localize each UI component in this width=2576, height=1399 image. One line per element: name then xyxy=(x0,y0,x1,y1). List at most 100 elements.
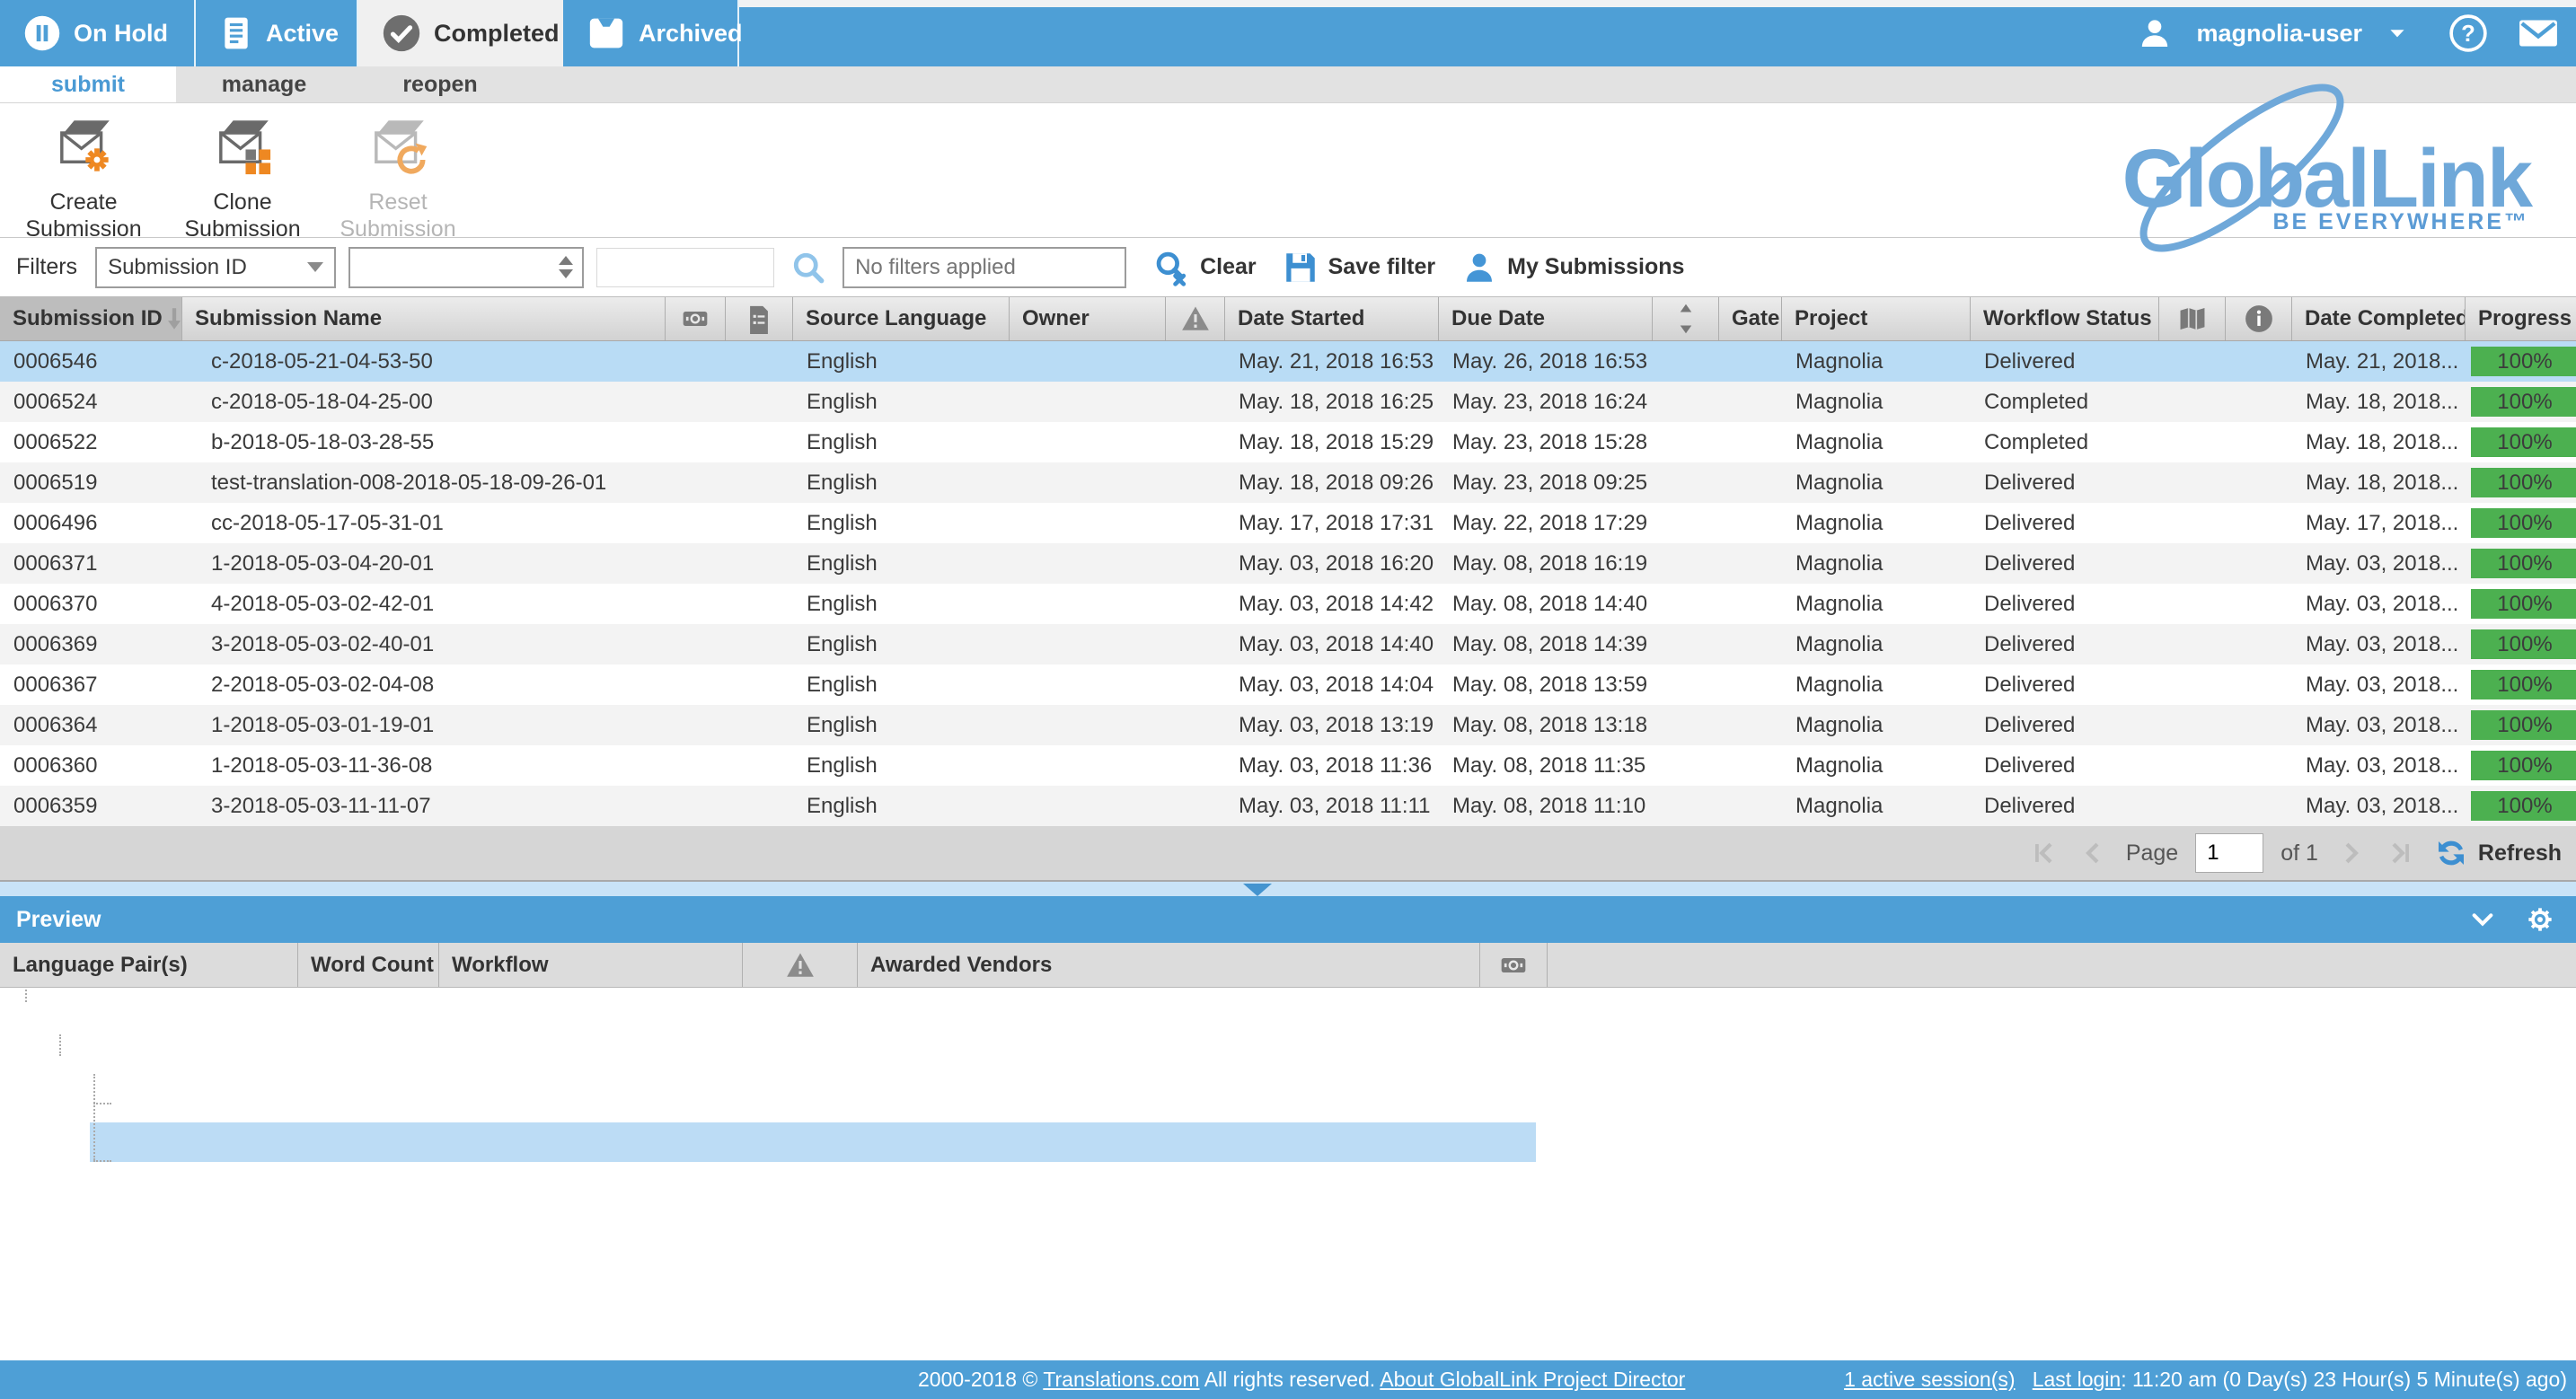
tab-on-hold[interactable]: On Hold xyxy=(0,0,196,66)
refresh-button[interactable]: Refresh xyxy=(2433,835,2562,871)
table-row[interactable]: 00063601-2018-05-03-11-36-08EnglishMay. … xyxy=(0,745,2576,786)
table-row[interactable]: 0006522b-2018-05-18-03-28-55EnglishMay. … xyxy=(0,422,2576,462)
subtab-reopen[interactable]: reopen xyxy=(352,66,528,102)
filter-field-select[interactable]: Submission ID xyxy=(95,247,336,288)
table-row[interactable]: 00063693-2018-05-03-02-40-01EnglishMay. … xyxy=(0,624,2576,664)
applied-filters-input[interactable] xyxy=(842,247,1126,288)
cell-icon xyxy=(726,624,793,664)
clone-submission-button[interactable]: CloneSubmission xyxy=(175,112,310,242)
cell-due_date: May. 26, 2018 16:53 xyxy=(1439,341,1653,382)
filter-value-spinner[interactable] xyxy=(348,247,584,288)
tab-completed[interactable]: Completed xyxy=(358,0,563,66)
reset-submission-label-2: Submission xyxy=(331,216,465,242)
table-row[interactable]: 00063593-2018-05-03-11-11-07EnglishMay. … xyxy=(0,786,2576,826)
about-link[interactable]: About GlobalLink Project Director xyxy=(1380,1368,1685,1391)
preview-column-awarded-vendors[interactable]: Awarded Vendors xyxy=(858,943,1480,987)
column-header-source_language[interactable]: Source Language xyxy=(793,297,1010,340)
active-sessions-link[interactable]: 1 active session(s) xyxy=(1844,1368,2015,1391)
page-prev-icon[interactable] xyxy=(2078,838,2108,868)
cell-source_language: English xyxy=(793,584,1010,624)
page-number-input[interactable] xyxy=(2196,834,2263,872)
progress-value: 100% xyxy=(2471,753,2576,779)
column-header-icon[interactable] xyxy=(2226,297,2292,340)
filter-value-input[interactable] xyxy=(596,248,774,287)
column-header-icon[interactable] xyxy=(1166,297,1225,340)
create-submission-button[interactable]: CreateSubmission xyxy=(16,112,151,242)
column-header-date_completed[interactable]: Date Completed xyxy=(2292,297,2466,340)
save-filter-button[interactable]: Save filter xyxy=(1282,249,1436,286)
cell-icon xyxy=(2226,584,2292,624)
table-row[interactable]: 0006524c-2018-05-18-04-25-00EnglishMay. … xyxy=(0,382,2576,422)
cell-workflow_status: Delivered xyxy=(1971,543,2159,584)
subtab-submit[interactable]: submit xyxy=(0,66,176,102)
preview-tree-row[interactable] xyxy=(0,1122,2576,1162)
column-header-date_started[interactable]: Date Started xyxy=(1225,297,1439,340)
preview-tree-row[interactable] xyxy=(0,1083,2576,1122)
preview-tree-row[interactable] xyxy=(0,1004,2576,1043)
column-header-icon[interactable] xyxy=(726,297,793,340)
column-header-name[interactable]: Submission Name xyxy=(182,297,666,340)
column-header-icon[interactable] xyxy=(1653,297,1719,340)
page-last-icon[interactable] xyxy=(2385,838,2415,868)
search-icon[interactable] xyxy=(789,248,828,287)
column-header-progress[interactable]: Progress Bar xyxy=(2466,297,2576,340)
cell-progress: 100% xyxy=(2466,503,2576,543)
progress-bar: 100% xyxy=(2471,670,2576,700)
last-login-link[interactable]: Last login xyxy=(2033,1368,2121,1391)
column-header-icon[interactable] xyxy=(666,297,726,340)
collapse-chevron-icon[interactable] xyxy=(2468,905,2497,934)
cell-due_date: May. 23, 2018 09:25 xyxy=(1439,462,1653,503)
splitter-collapse-icon[interactable] xyxy=(1243,884,1272,896)
cell-icon xyxy=(1653,503,1719,543)
tree-row-highlight xyxy=(90,1122,1536,1162)
column-header-workflow_status[interactable]: Workflow Status xyxy=(1971,297,2159,340)
page-first-icon[interactable] xyxy=(2029,838,2060,868)
chevron-down-icon[interactable] xyxy=(2386,22,2409,45)
preview-column-icon[interactable] xyxy=(743,943,858,987)
page-next-icon[interactable] xyxy=(2336,838,2367,868)
table-row[interactable]: 00063704-2018-05-03-02-42-01EnglishMay. … xyxy=(0,584,2576,624)
table-row[interactable]: 0006546c-2018-05-21-04-53-50EnglishMay. … xyxy=(0,341,2576,382)
column-header-icon[interactable] xyxy=(2159,297,2226,340)
column-header-gate[interactable]: Gate xyxy=(1719,297,1782,340)
table-row[interactable]: 00063641-2018-05-03-01-19-01EnglishMay. … xyxy=(0,705,2576,745)
filters-label: Filters xyxy=(16,254,77,280)
cell-icon xyxy=(1166,584,1225,624)
footer-bar: 2000-2018 © Translations.com All rights … xyxy=(0,1360,2576,1399)
my-submissions-button[interactable]: My Submissions xyxy=(1460,249,1684,286)
progress-bar: 100% xyxy=(2471,549,2576,578)
cell-icon xyxy=(1166,786,1225,826)
preview-column-workflow[interactable]: Workflow xyxy=(439,943,743,987)
gear-icon[interactable] xyxy=(2526,905,2554,934)
table-row[interactable]: 00063672-2018-05-03-02-04-08EnglishMay. … xyxy=(0,664,2576,705)
preview-column-language-pair-s-[interactable]: Language Pair(s) xyxy=(0,943,298,987)
preview-tree-row[interactable] xyxy=(0,1043,2576,1083)
preview-column-word-count[interactable]: Word Count xyxy=(298,943,439,987)
user-menu[interactable]: magnolia-user xyxy=(2196,20,2362,48)
cell-icon xyxy=(2159,422,2226,462)
panel-splitter[interactable] xyxy=(0,882,2576,896)
preview-tree xyxy=(0,988,2576,1360)
cell-name: 2-2018-05-03-02-04-08 xyxy=(182,664,666,705)
cell-workflow_status: Completed xyxy=(1971,422,2159,462)
translations-link[interactable]: Translations.com xyxy=(1043,1368,1199,1391)
column-header-due_date[interactable]: Due Date xyxy=(1439,297,1653,340)
cell-icon xyxy=(2159,503,2226,543)
warning-icon xyxy=(1179,304,1212,334)
subtab-manage[interactable]: manage xyxy=(176,66,352,102)
column-header-id[interactable]: Submission ID xyxy=(0,297,182,340)
help-icon[interactable]: ? xyxy=(2448,13,2488,53)
tab-active[interactable]: Active xyxy=(196,0,358,66)
spinner-arrows-icon[interactable] xyxy=(559,249,573,286)
mail-icon[interactable] xyxy=(2517,15,2560,51)
table-row[interactable]: 0006496cc-2018-05-17-05-31-01EnglishMay.… xyxy=(0,503,2576,543)
cell-owner xyxy=(1010,503,1166,543)
cell-icon xyxy=(726,705,793,745)
preview-column-icon[interactable] xyxy=(1480,943,1548,987)
column-header-owner[interactable]: Owner xyxy=(1010,297,1166,340)
clear-filters-button[interactable]: Clear xyxy=(1151,248,1257,287)
table-row[interactable]: 00063711-2018-05-03-04-20-01EnglishMay. … xyxy=(0,543,2576,584)
column-header-project[interactable]: Project xyxy=(1782,297,1971,340)
tab-archived[interactable]: Archived xyxy=(563,0,739,66)
table-row[interactable]: 0006519test-translation-008-2018-05-18-0… xyxy=(0,462,2576,503)
